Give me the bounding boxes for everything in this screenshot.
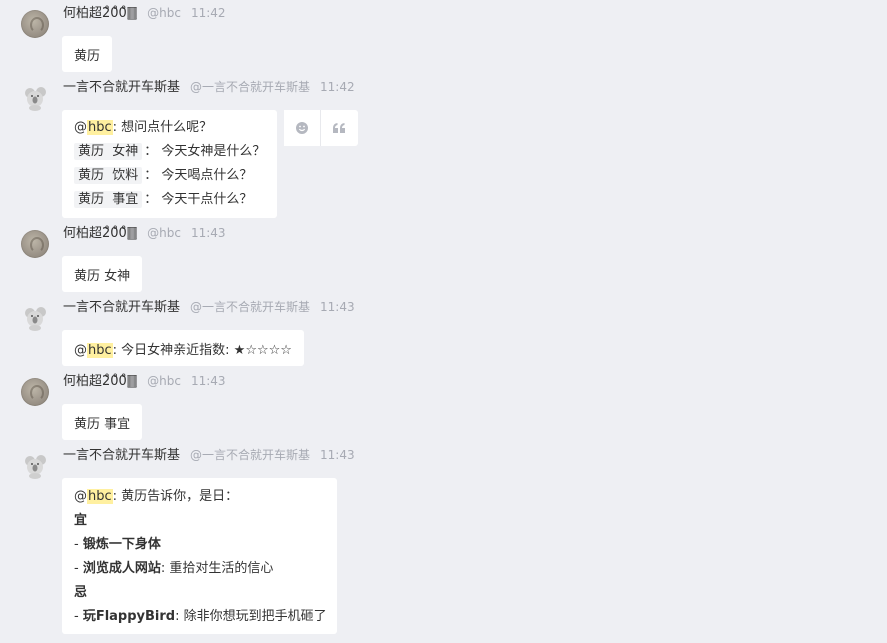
- avatar[interactable]: [21, 84, 49, 112]
- message-text: 黄历 女神: [74, 269, 131, 284]
- message-header: 一言不合就开车斯基 @一言不合就开车斯基 11:43: [63, 296, 355, 315]
- message-bubble: 黄历 女神: [62, 256, 143, 292]
- command-row: 黄历 女神： 今天女神是什么？: [74, 140, 265, 164]
- chat-feed: 何柏超2̊0̊0̊🀫 @hbc 11:42 黄历 一言不合就开车斯基 @一言不合…: [0, 0, 887, 643]
- message-header: 何柏超2̊0̊0̊🀫 @hbc 11:43: [63, 370, 226, 389]
- message-time: 11:43: [320, 448, 355, 462]
- user-name[interactable]: 一言不合就开车斯基: [63, 444, 180, 463]
- message-bubble: @hbc: 想问点什么呢？ 黄历 女神： 今天女神是什么？ 黄历 饮料： 今天喝…: [62, 110, 278, 218]
- user-handle: @hbc: [147, 374, 181, 388]
- avatar[interactable]: [21, 304, 49, 332]
- avatar[interactable]: [21, 452, 49, 480]
- message-actions: [284, 110, 358, 146]
- message-time: 11:42: [190, 6, 226, 20]
- command-tag: 黄历 饮料: [74, 167, 143, 184]
- list-item: - 浏览成人网站: 重拾对生活的信心: [74, 561, 274, 576]
- message-header: 何柏超2̊0̊0̊🀫 @hbc 11:43: [63, 222, 226, 241]
- message-text: 黄历: [74, 49, 101, 64]
- avatar[interactable]: [21, 10, 49, 38]
- mention[interactable]: hbc: [87, 343, 113, 358]
- section-label-bad: 忌: [74, 585, 88, 600]
- message-text: @hbc: 今日女神亲近指数: ★☆☆☆☆: [74, 343, 292, 358]
- user-handle: @一言不合就开车斯基: [190, 80, 311, 94]
- user-handle: @一言不合就开车斯基: [190, 300, 311, 314]
- avatar[interactable]: [21, 230, 49, 258]
- user-handle: @hbc: [147, 226, 181, 240]
- message-header: 何柏超2̊0̊0̊🀫 @hbc 11:42: [63, 2, 226, 21]
- user-name[interactable]: 一言不合就开车斯基: [63, 76, 180, 95]
- list-item: - 玩FlappyBird: 除非你想玩到把手机砸了: [74, 609, 327, 624]
- command-row: 黄历 事宜： 今天干点什么？: [74, 188, 265, 212]
- message-time: 11:42: [320, 80, 355, 94]
- user-name[interactable]: 何柏超2̊0̊0̊🀫: [63, 2, 137, 21]
- message-line: @hbc: 黄历告诉你，是日：: [74, 489, 239, 504]
- message-text: 黄历 事宜: [74, 417, 131, 432]
- message-bubble: @hbc: 今日女神亲近指数: ★☆☆☆☆: [62, 330, 304, 366]
- mention[interactable]: hbc: [87, 120, 113, 135]
- message-bubble: 黄历: [62, 36, 113, 72]
- command-tag: 黄历 女神: [74, 143, 143, 160]
- user-name[interactable]: 何柏超2̊0̊0̊🀫: [63, 370, 137, 389]
- user-handle: @hbc: [147, 6, 181, 20]
- quote-icon: [333, 123, 345, 133]
- user-name[interactable]: 一言不合就开车斯基: [63, 296, 180, 315]
- message-bubble: 黄历 事宜: [62, 404, 143, 440]
- message-time: 11:43: [190, 226, 226, 240]
- quote-button[interactable]: [320, 110, 357, 146]
- list-item: - 锻炼一下身体: [74, 537, 161, 552]
- user-handle: @一言不合就开车斯基: [190, 448, 311, 462]
- emoji-reaction-button[interactable]: [284, 110, 320, 146]
- message-line: @hbc: 想问点什么呢？: [74, 120, 213, 135]
- message-header: 一言不合就开车斯基 @一言不合就开车斯基 11:43: [63, 444, 355, 463]
- message-header: 一言不合就开车斯基 @一言不合就开车斯基 11:42: [63, 76, 355, 95]
- avatar[interactable]: [21, 378, 49, 406]
- message-time: 11:43: [190, 374, 226, 388]
- command-row: 黄历 饮料： 今天喝点什么？: [74, 164, 265, 188]
- smiley-icon: [296, 122, 308, 134]
- message-bubble: @hbc: 黄历告诉你，是日： 宜 - 锻炼一下身体 - 浏览成人网站: 重拾对…: [62, 478, 337, 634]
- mention[interactable]: hbc: [87, 489, 113, 504]
- user-name[interactable]: 何柏超2̊0̊0̊🀫: [63, 222, 137, 241]
- command-tag: 黄历 事宜: [74, 191, 143, 208]
- section-label-good: 宜: [74, 513, 88, 528]
- message-time: 11:43: [320, 300, 355, 314]
